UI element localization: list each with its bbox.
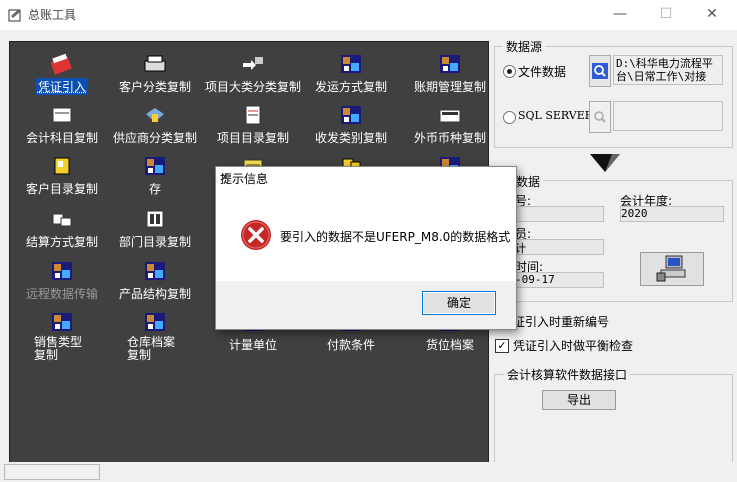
tool-label: 仓库档案复制 — [127, 335, 176, 362]
tool-item[interactable]: 会计科目复制 — [14, 104, 110, 156]
tool-label: 销售类型复制 — [34, 335, 83, 362]
tool-label: 凭证引入 — [35, 78, 88, 95]
tool-item[interactable]: 产品结构复制 — [107, 260, 203, 312]
export-button[interactable]: 导出 — [542, 390, 616, 410]
tool-label: 发运方式复制 — [314, 80, 387, 94]
message-dialog: 提示信息 ✕ 要引入的数据不是UFERP_M8.0的数据格式 确定 — [215, 166, 517, 330]
time-value: -09-17 — [514, 272, 604, 288]
tool-label: 项目大类分类复制 — [205, 80, 302, 94]
image-icon — [52, 262, 72, 280]
tool-label: 产品结构复制 — [118, 287, 191, 301]
minimize-button[interactable]: — — [597, 0, 643, 30]
import-voucher-icon — [50, 53, 72, 75]
tool-label: 客户分类复制 — [118, 80, 191, 94]
image-icon — [440, 55, 460, 73]
ledger-icon — [52, 107, 72, 123]
tool-item[interactable]: 客户目录复制 — [14, 155, 110, 207]
tool-label: 部门目录复制 — [118, 235, 191, 249]
tool-item[interactable]: 远程数据传输 — [14, 260, 110, 312]
tool-label: 结算方式复制 — [25, 235, 98, 249]
title-bar: 总账工具 — ☐ ✕ — [0, 0, 737, 30]
tool-item[interactable]: 外币币种复制 — [402, 104, 498, 156]
sql-server-radio[interactable] — [503, 111, 516, 124]
app-icon — [8, 9, 21, 22]
tool-item[interactable]: 存 — [107, 155, 203, 207]
tool-label: 付款条件 — [326, 338, 375, 352]
down-arrow-icon — [590, 154, 620, 172]
tool-item[interactable]: 发运方式复制 — [303, 53, 399, 105]
tool-item[interactable]: 供应商分类复制 — [107, 104, 203, 156]
image-icon — [52, 313, 72, 331]
dialog-title-bar: 提示信息 ✕ — [216, 167, 516, 188]
maximize-button[interactable]: ☐ — [643, 0, 689, 30]
image-icon — [145, 157, 165, 175]
image-icon — [341, 106, 361, 124]
tool-label: 存 — [148, 182, 161, 196]
image-icon — [145, 313, 165, 331]
tool-label: 货位档案 — [425, 338, 474, 352]
datasource-title: 数据源 — [503, 38, 546, 55]
printer-icon — [144, 55, 166, 72]
field3-value: 计 — [514, 239, 604, 255]
tool-label: 计量单位 — [228, 338, 277, 352]
ok-button[interactable]: 确定 — [422, 291, 496, 315]
file-path-field[interactable]: D:\科华电力流程平台\日常工作\对接 — [613, 55, 723, 85]
tool-label: 收发类别复制 — [314, 131, 387, 145]
image-icon — [341, 55, 361, 73]
computer-button[interactable] — [640, 252, 704, 286]
interface-group — [494, 374, 733, 464]
year-value: 2020 — [620, 206, 724, 222]
sql-server-field[interactable] — [613, 101, 723, 131]
file-data-radio[interactable] — [503, 65, 516, 78]
sql-server-label: SQL SERVER — [518, 109, 594, 122]
sql-browse-button[interactable] — [589, 101, 611, 133]
magnifier-icon — [592, 63, 608, 79]
tool-item[interactable]: 结算方式复制 — [14, 208, 110, 260]
tool-item[interactable]: 销售类型复制 — [14, 311, 110, 363]
tool-item[interactable]: 账期管理复制 — [402, 53, 498, 105]
dialog-close-button[interactable]: ✕ — [220, 170, 512, 184]
settlement-icon — [52, 213, 72, 227]
target-title: 数据 — [513, 173, 544, 190]
copy-arrows-icon — [243, 57, 263, 70]
tool-label: 远程数据传输 — [25, 287, 98, 301]
tool-item[interactable]: 仓库档案复制 — [107, 311, 203, 363]
folder-icon — [54, 157, 70, 175]
computer-icon — [656, 255, 686, 282]
interface-title: 会计核算软件数据接口 — [504, 366, 631, 383]
image-icon — [145, 262, 165, 280]
currency-icon — [439, 109, 461, 123]
supplier-icon — [146, 108, 164, 122]
tool-item[interactable]: 收发类别复制 — [303, 104, 399, 156]
field1-value — [514, 206, 604, 222]
file-browse-button[interactable] — [589, 55, 611, 87]
tool-label: 供应商分类复制 — [112, 131, 197, 145]
status-bar — [0, 462, 737, 482]
file-data-label: 文件数据 — [518, 65, 567, 79]
department-icon — [146, 210, 164, 228]
balance-check-checkbox[interactable]: ✓ — [495, 339, 509, 353]
tool-label: 会计科目复制 — [25, 131, 98, 145]
error-icon — [241, 220, 271, 250]
tool-item[interactable]: 部门目录复制 — [107, 208, 203, 260]
status-segment — [4, 464, 100, 480]
tool-item[interactable]: 客户分类复制 — [107, 53, 203, 105]
close-button[interactable]: ✕ — [689, 0, 735, 30]
tool-item[interactable]: 凭证引入 — [14, 53, 110, 105]
tool-item[interactable]: 项目目录复制 — [205, 104, 301, 156]
tool-item[interactable]: 项目大类分类复制 — [205, 53, 301, 105]
tool-label: 账期管理复制 — [413, 80, 486, 94]
dialog-message: 要引入的数据不是UFERP_M8.0的数据格式 — [280, 230, 511, 244]
document-icon — [245, 105, 261, 125]
tool-label: 客户目录复制 — [25, 182, 98, 196]
magnifier-icon — [594, 111, 606, 123]
window-title: 总账工具 — [28, 8, 77, 22]
balance-check-label: 凭证引入时做平衡检查 — [513, 339, 634, 353]
renumber-label: 证引入时重新编号 — [513, 315, 610, 329]
tool-label: 外币币种复制 — [413, 131, 486, 145]
tool-label: 项目目录复制 — [216, 131, 289, 145]
